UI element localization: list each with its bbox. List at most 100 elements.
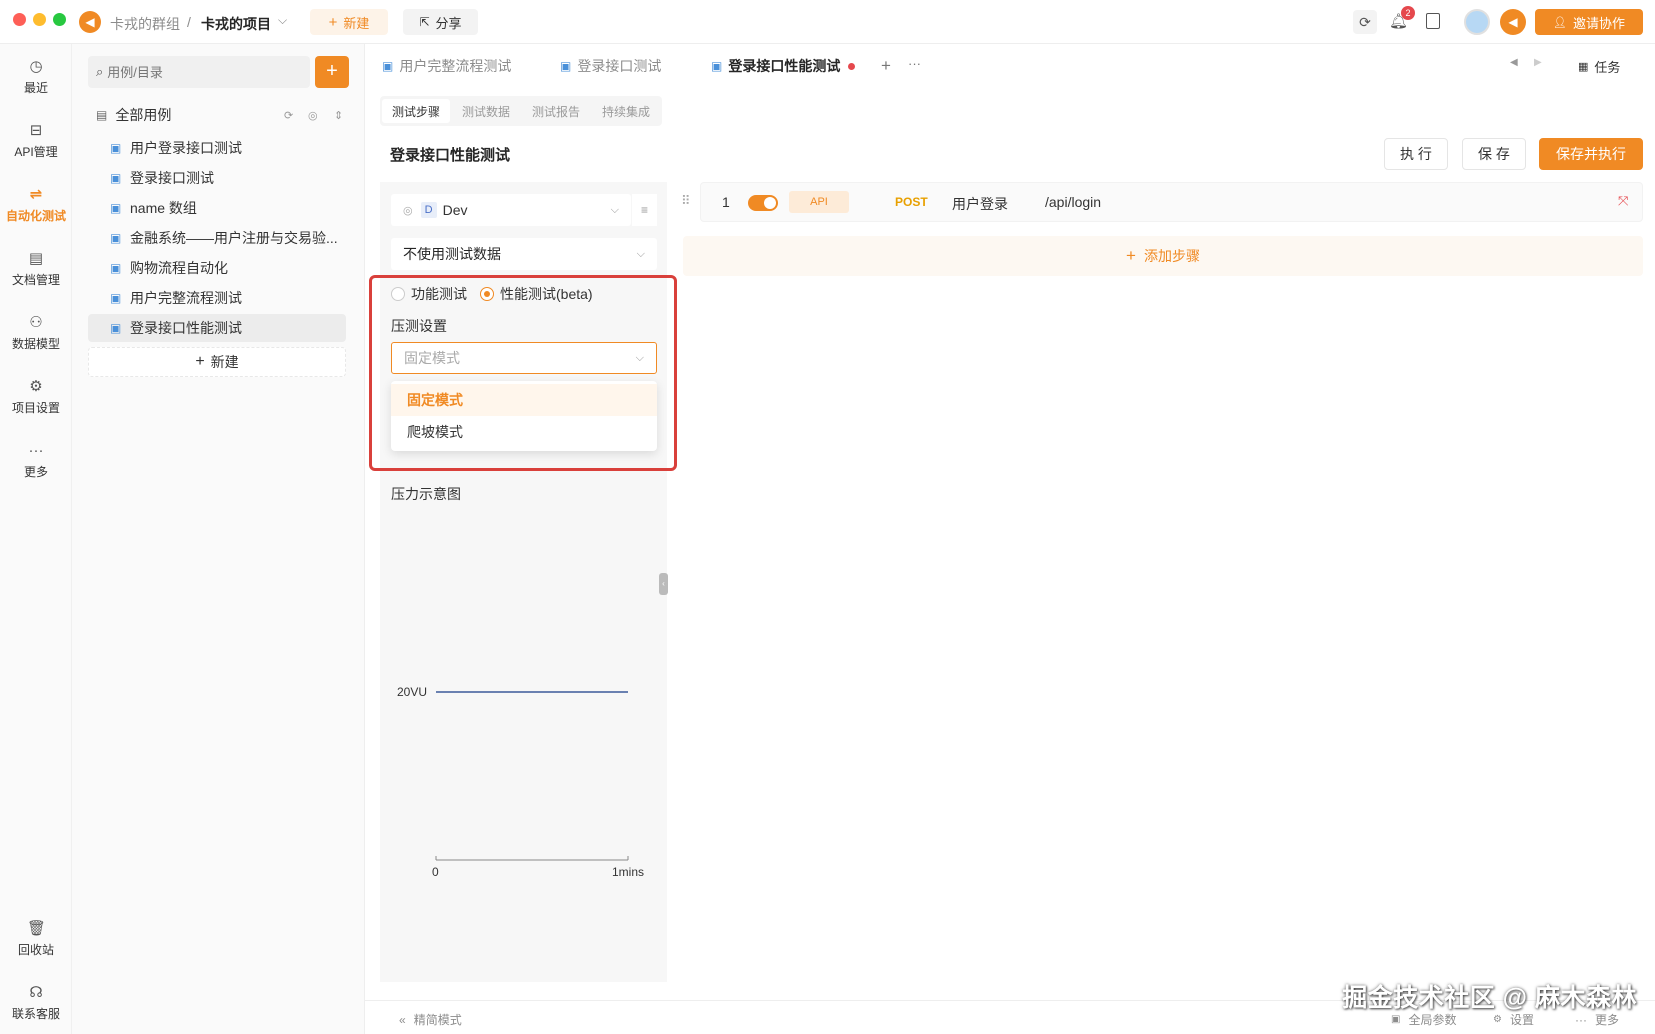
option-fixed-mode[interactable]: 固定模式	[391, 384, 657, 416]
new-button[interactable]: + 新建	[310, 9, 388, 35]
locate-icon[interactable]: ◎	[308, 109, 318, 122]
new-button-label: 新建	[343, 15, 370, 31]
invite-button[interactable]: 👤︎ 邀请协作	[1535, 9, 1643, 35]
new-case-button[interactable]: + 新建	[88, 347, 346, 377]
tree-item-selected[interactable]: ▣ 登录接口性能测试	[88, 314, 346, 342]
run-button[interactable]: 执 行	[1384, 138, 1448, 170]
nav-item-label: 文档管理	[11, 273, 60, 287]
drag-handle-icon[interactable]: ⠿	[681, 193, 691, 209]
tree-item-label: 登录接口测试	[130, 170, 214, 186]
refresh-icon[interactable]: ⟳	[1353, 10, 1377, 34]
step-name: 用户登录	[952, 196, 1008, 212]
close-window-icon[interactable]	[13, 13, 26, 26]
more-icon: ···	[28, 442, 44, 459]
save-and-run-button[interactable]: 保存并执行	[1539, 138, 1643, 170]
calendar-icon: ▦	[1578, 61, 1589, 73]
test-case-icon: ▣	[110, 321, 122, 335]
compact-mode-button[interactable]: « 精简模式	[399, 1011, 462, 1028]
test-case-icon: ▣	[110, 231, 122, 245]
tab-login-test[interactable]: ▣ 登录接口测试	[560, 50, 661, 82]
tab-label: 登录接口测试	[577, 58, 662, 74]
add-case-button[interactable]: +	[315, 56, 349, 88]
tab-login-performance[interactable]: ▣ 登录接口性能测试	[711, 50, 856, 82]
nav-item-models[interactable]: ⚇ 数据模型	[0, 314, 72, 352]
left-nav: ◷ 最近 ⊟ API管理 ⇌ 自动化测试 ▤ 文档管理 ⚇ 数据模型 ⚙ 项目设…	[0, 44, 72, 1034]
more-icon: ···	[1575, 1012, 1587, 1027]
nav-item-docs[interactable]: ▤ 文档管理	[0, 250, 72, 288]
tree-item[interactable]: ▣ 用户登录接口测试	[88, 134, 346, 162]
add-tab-icon[interactable]: +	[881, 56, 891, 76]
subtab-report[interactable]: 测试报告	[532, 99, 580, 123]
gear-icon: ⚙	[1493, 1014, 1502, 1025]
save-button[interactable]: 保 存	[1462, 138, 1526, 170]
environment-select[interactable]: ◎ D Dev ⌵	[391, 194, 631, 226]
nav-item-trash[interactable]: 🗑︎ 回收站	[0, 920, 72, 958]
share-button[interactable]: ⇱ 分享	[403, 9, 478, 35]
tab-scroll-left-icon[interactable]: ◀	[1510, 57, 1518, 68]
tree-item[interactable]: ▣ 金融系统——用户注册与交易验...	[88, 224, 346, 252]
subtab-ci[interactable]: 持续集成	[602, 99, 650, 123]
subtab-data[interactable]: 测试数据	[462, 99, 510, 123]
test-case-icon: ▣	[110, 141, 122, 155]
settings-icon: ⚙	[29, 378, 43, 395]
nav-item-label: 联系客服	[11, 1007, 60, 1021]
test-case-icon: ▣	[382, 59, 394, 73]
tree-item[interactable]: ▣ 登录接口测试	[88, 164, 346, 192]
api-icon: ⊟	[29, 122, 43, 139]
tree-item[interactable]: ▣ 用户完整流程测试	[88, 284, 346, 312]
tree-item[interactable]: ▣ 购物流程自动化	[88, 254, 346, 282]
nav-item-automation[interactable]: ⇌ 自动化测试	[0, 186, 72, 224]
nav-item-support[interactable]: ☊ 联系客服	[0, 984, 72, 1022]
subtab-steps[interactable]: 测试步骤	[382, 99, 451, 123]
step-row[interactable]: ⠿ 1 API POST 用户登录 /api/login ⤧	[681, 182, 1643, 222]
headset-icon: ☊	[29, 984, 43, 1001]
tab-label: 用户完整流程测试	[399, 58, 512, 74]
nav-item-label: 数据模型	[11, 337, 60, 351]
refresh-icon[interactable]: ⟳	[284, 109, 293, 122]
environment-menu-icon[interactable]: ≡	[632, 194, 657, 226]
tree-root-label: 全部用例	[115, 107, 172, 123]
tree-item-label: 购物流程自动化	[130, 260, 228, 276]
add-step-button[interactable]: + 添加步骤	[683, 236, 1643, 276]
tree-item[interactable]: ▣ name 数组	[88, 194, 346, 222]
add-user-icon: 👤︎	[1553, 16, 1567, 29]
share-button-label: 分享	[435, 15, 462, 31]
app-avatar-icon[interactable]: ◀	[1500, 9, 1526, 35]
step-method: POST	[895, 195, 928, 209]
step-index: 1	[722, 194, 730, 210]
unlink-icon[interactable]: ⤧	[1618, 193, 1628, 209]
environment-badge: D	[420, 202, 437, 218]
project-name[interactable]: 卡戎的项目	[201, 14, 271, 34]
note-icon[interactable]	[1426, 13, 1440, 29]
step-enabled-toggle[interactable]	[748, 195, 778, 211]
environment-name: Dev	[442, 202, 468, 218]
option-ramp-mode[interactable]: 爬坡模式	[391, 416, 657, 448]
pressure-diagram: 20VU 0 1mins	[397, 685, 644, 879]
group-name[interactable]: 卡戎的群组	[110, 14, 180, 34]
tree-root[interactable]: ▤ 全部用例 ⟳ ◎ ⇕	[96, 102, 346, 128]
tab-full-flow[interactable]: ▣ 用户完整流程测试	[382, 50, 511, 82]
tree-item-label: 用户完整流程测试	[130, 290, 242, 306]
tab-more-icon[interactable]: ···	[908, 56, 921, 71]
test-data-select[interactable]: 不使用测试数据 ⌵	[391, 238, 657, 270]
nav-item-settings[interactable]: ⚙ 项目设置	[0, 378, 72, 416]
search-box[interactable]: ⌕	[88, 56, 310, 88]
nav-item-label: 最近	[23, 81, 48, 95]
collapse-icon[interactable]: ⇕	[334, 109, 343, 122]
nav-item-recent[interactable]: ◷ 最近	[0, 58, 72, 96]
y-tick-label: 20VU	[397, 685, 427, 699]
minimize-window-icon[interactable]	[33, 13, 46, 26]
nav-item-more[interactable]: ··· 更多	[0, 442, 72, 480]
panel-collapse-handle[interactable]: ‹	[659, 573, 668, 595]
nav-item-label: 项目设置	[11, 401, 60, 415]
clock-icon: ◷	[29, 58, 43, 75]
nav-item-api[interactable]: ⊟ API管理	[0, 122, 72, 160]
search-input[interactable]	[107, 64, 288, 80]
tab-scroll-right-icon[interactable]: ▶	[1534, 57, 1542, 68]
chevron-down-icon[interactable]: ⌵	[278, 13, 287, 28]
tasks-button[interactable]: ▦ 任务	[1578, 57, 1620, 76]
nav-item-label: 更多	[23, 465, 48, 479]
maximize-window-icon[interactable]	[53, 13, 66, 26]
avatar[interactable]	[1464, 9, 1490, 35]
pressure-mode-dropdown: 固定模式 爬坡模式	[391, 381, 657, 451]
